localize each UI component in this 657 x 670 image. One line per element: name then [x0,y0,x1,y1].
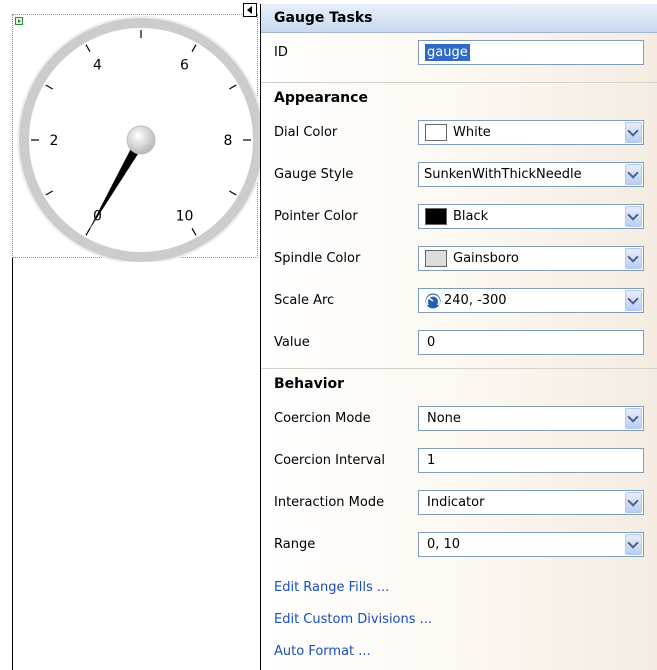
chevron-down-icon[interactable] [625,248,642,269]
id-row: ID gauge [261,32,657,74]
scale-arc-select[interactable]: 240, -300 [418,288,644,313]
scale-arc-value: 240, -300 [444,293,507,308]
value-label: Value [274,335,310,350]
edit-custom-divisions-link[interactable]: Edit Custom Divisions ... [274,606,432,634]
value-value: 0 [427,335,436,350]
tick-label-10: 10 [176,208,194,224]
pointer-color-value: Black [453,209,489,224]
coercion-mode-select[interactable]: None [418,406,644,431]
interaction-mode-select[interactable]: Indicator [418,490,644,515]
dial-color-label: Dial Color [274,125,338,140]
chevron-down-icon[interactable] [625,408,642,429]
designer-divider [12,258,13,670]
value-row: Value 0 [261,322,657,364]
spindle-color-swatch [425,250,447,267]
scale-arc-icon [425,293,441,309]
gauge-tick [229,190,237,196]
gauge-tasks-panel: Gauge Tasks ID gauge Appearance Dial Col… [260,4,657,670]
chevron-down-icon[interactable] [625,122,642,143]
chevron-down-icon[interactable] [625,164,642,185]
dial-color-row: Dial Color White [261,112,657,154]
gauge-style-row: Gauge Style SunkenWithThickNeedle [261,154,657,196]
range-select[interactable]: 0, 10 [418,532,644,557]
interaction-mode-label: Interaction Mode [274,495,385,510]
coercion-mode-label: Coercion Mode [274,411,371,426]
spindle-color-value: Gainsboro [453,251,519,266]
chevron-down-icon[interactable] [625,492,642,513]
coercion-interval-row: Coercion Interval 1 [261,440,657,482]
range-value: 0, 10 [427,537,461,552]
id-value: gauge [425,44,470,61]
pointer-color-row: Pointer Color Black [261,196,657,238]
tick-label-8: 8 [224,133,233,149]
range-row: Range 0, 10 [261,524,657,566]
tick-label-2: 2 [50,133,59,149]
gauge-style-label: Gauge Style [274,167,354,182]
id-field[interactable]: gauge [418,40,644,65]
range-label: Range [274,537,316,552]
pointer-color-select[interactable]: Black [418,204,644,229]
coercion-mode-row: Coercion Mode None [261,398,657,440]
coercion-interval-label: Coercion Interval [274,453,385,468]
gauge-tick [191,228,197,236]
interaction-mode-value: Indicator [427,495,485,510]
coercion-interval-value: 1 [427,453,436,468]
gauge-tick [45,190,53,196]
gauge-style-select[interactable]: SunkenWithThickNeedle [418,162,644,187]
tick-label-6: 6 [180,58,189,74]
gauge-tick [45,84,53,90]
id-label: ID [274,45,288,60]
dial-color-value: White [453,125,491,140]
section-appearance: Appearance [261,82,657,112]
coercion-interval-input[interactable]: 1 [418,448,644,473]
auto-format-link[interactable]: Auto Format ... [274,638,371,666]
scale-arc-label: Scale Arc [274,293,335,308]
dial-color-swatch [425,124,447,141]
spindle-color-row: Spindle Color Gainsboro [261,238,657,280]
chevron-down-icon[interactable] [625,534,642,555]
gauge-dial: 0 2 4 6 8 10 [17,16,260,262]
panel-title: Gauge Tasks [261,4,657,33]
spindle-color-label: Spindle Color [274,251,361,266]
spindle-color-select[interactable]: Gainsboro [418,246,644,271]
gauge-spindle [126,125,156,155]
pointer-color-label: Pointer Color [274,209,358,224]
pointer-color-swatch [425,208,447,225]
chevron-down-icon[interactable] [625,290,642,311]
scale-arc-row: Scale Arc 240, -300 [261,280,657,322]
gauge-tick [191,44,197,52]
coercion-mode-value: None [427,411,461,426]
chevron-down-icon[interactable] [625,206,642,227]
dial-color-select[interactable]: White [418,120,644,145]
gauge-tick [85,44,91,52]
gauge-style-value: SunkenWithThickNeedle [424,167,582,182]
value-input[interactable]: 0 [418,330,644,355]
gauge-tick [229,84,237,90]
section-behavior: Behavior [261,368,657,398]
tick-label-4: 4 [93,58,102,74]
edit-range-fills-link[interactable]: Edit Range Fills ... [274,574,389,602]
interaction-mode-row: Interaction Mode Indicator [261,482,657,524]
